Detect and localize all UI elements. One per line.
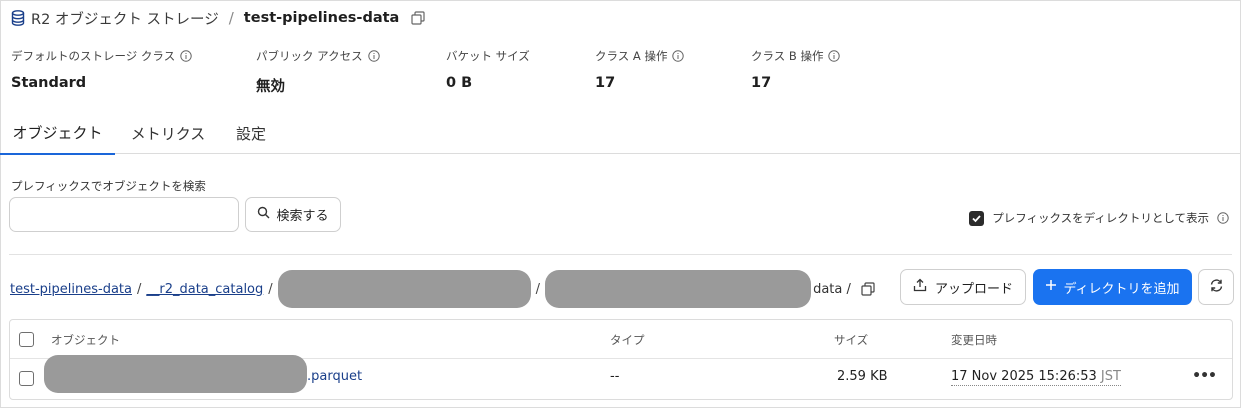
column-header-type[interactable]: タイプ	[610, 332, 645, 348]
directory-checkbox[interactable]	[969, 210, 985, 226]
select-all-checkbox[interactable]	[19, 332, 34, 347]
path-separator: /	[535, 281, 541, 297]
info-icon[interactable]	[367, 50, 380, 62]
redacted-object-name[interactable]	[44, 355, 307, 393]
refresh-button[interactable]	[1198, 269, 1234, 305]
tab-metrics[interactable]: メトリクス	[122, 112, 214, 154]
stat-value: Standard	[11, 75, 87, 91]
modified-timezone: JST	[1100, 369, 1121, 384]
search-label: プレフィックスでオブジェクトを検索	[11, 179, 206, 193]
upload-icon	[913, 278, 927, 296]
info-icon[interactable]	[1217, 212, 1229, 224]
stat-public-access: パブリック アクセス 無効	[256, 48, 380, 96]
table-header: オブジェクト タイプ サイズ 変更日時	[10, 320, 1232, 359]
column-header-object[interactable]: オブジェクト	[51, 332, 120, 348]
stat-label: クラス A 操作	[595, 49, 668, 63]
stat-class-b-ops: クラス B 操作 17	[751, 48, 841, 91]
column-header-modified[interactable]: 変更日時	[951, 332, 997, 348]
search-button[interactable]: 検索する	[245, 197, 341, 232]
stat-value: 17	[595, 75, 616, 91]
path-separator: /	[136, 281, 142, 297]
search-input[interactable]	[9, 197, 239, 232]
stat-bucket-size: バケット サイズ 0 B	[446, 48, 530, 91]
copy-icon[interactable]	[411, 11, 425, 25]
directory-toggle-label: プレフィックスをディレクトリとして表示	[992, 211, 1209, 225]
stat-value: 無効	[256, 79, 285, 95]
table-row[interactable]: .parquet -- 2.59 KB 17 Nov 2025 15:26:53…	[10, 355, 1232, 400]
more-icon[interactable]: •••	[1192, 368, 1217, 384]
copy-icon[interactable]	[861, 282, 875, 296]
bucket-title: test-pipelines-data	[243, 10, 400, 26]
upload-label: アップロード	[934, 281, 1013, 297]
tab-objects[interactable]: オブジェクト	[0, 112, 115, 155]
breadcrumb-separator: /	[228, 9, 234, 27]
tab-settings[interactable]: 設定	[228, 112, 274, 154]
info-icon[interactable]	[828, 50, 841, 62]
search-button-label: 検索する	[276, 209, 329, 224]
refresh-icon	[1209, 278, 1224, 296]
path-current: data /	[813, 281, 851, 297]
path-segment-link[interactable]: __r2_data_catalog	[146, 282, 263, 297]
stat-class-a-ops: クラス A 操作 17	[595, 48, 685, 91]
path-breadcrumb: test-pipelines-data / __r2_data_catalog …	[10, 270, 875, 308]
add-directory-label: ディレクトリを追加	[1063, 281, 1180, 297]
column-header-size[interactable]: サイズ	[834, 332, 868, 348]
database-icon	[11, 10, 25, 26]
divider	[9, 254, 1232, 255]
search-icon	[257, 206, 270, 223]
row-checkbox[interactable]	[19, 371, 34, 386]
object-modified: 17 Nov 2025 15:26:53 JST	[951, 369, 1121, 386]
object-type: --	[610, 369, 620, 384]
info-icon[interactable]	[672, 50, 685, 62]
stat-label: パブリック アクセス	[256, 49, 363, 63]
object-name-link[interactable]: .parquet	[307, 369, 362, 384]
modified-datetime: 17 Nov 2025 15:26:53	[951, 369, 1097, 384]
path-root-link[interactable]: test-pipelines-data	[10, 282, 132, 297]
stat-label: バケット サイズ	[446, 49, 530, 63]
stat-value: 0 B	[446, 75, 473, 91]
redacted-path-segment[interactable]	[545, 270, 812, 308]
path-separator: /	[268, 281, 273, 297]
plus-icon	[1045, 279, 1057, 295]
objects-table: オブジェクト タイプ サイズ 変更日時 .parquet -- 2.59 KB …	[9, 319, 1233, 400]
redacted-path-segment[interactable]	[277, 270, 531, 308]
tab-bar: オブジェクト メトリクス 設定	[0, 112, 1241, 155]
check-icon	[972, 214, 981, 222]
info-icon[interactable]	[180, 50, 192, 62]
stat-value: 17	[751, 75, 772, 91]
stat-label: デフォルトのストレージ クラス	[11, 49, 176, 63]
add-directory-button[interactable]: ディレクトリを追加	[1033, 269, 1192, 305]
upload-button[interactable]: アップロード	[900, 269, 1026, 305]
directory-toggle: プレフィックスをディレクトリとして表示	[969, 210, 1229, 226]
page-header: R2 オブジェクト ストレージ / test-pipelines-data	[11, 7, 425, 29]
stat-storage-class: デフォルトのストレージ クラス Standard	[11, 48, 192, 91]
breadcrumb-root-link[interactable]: R2 オブジェクト ストレージ	[31, 8, 219, 29]
object-size: 2.59 KB	[837, 369, 888, 384]
stat-label: クラス B 操作	[751, 49, 824, 63]
